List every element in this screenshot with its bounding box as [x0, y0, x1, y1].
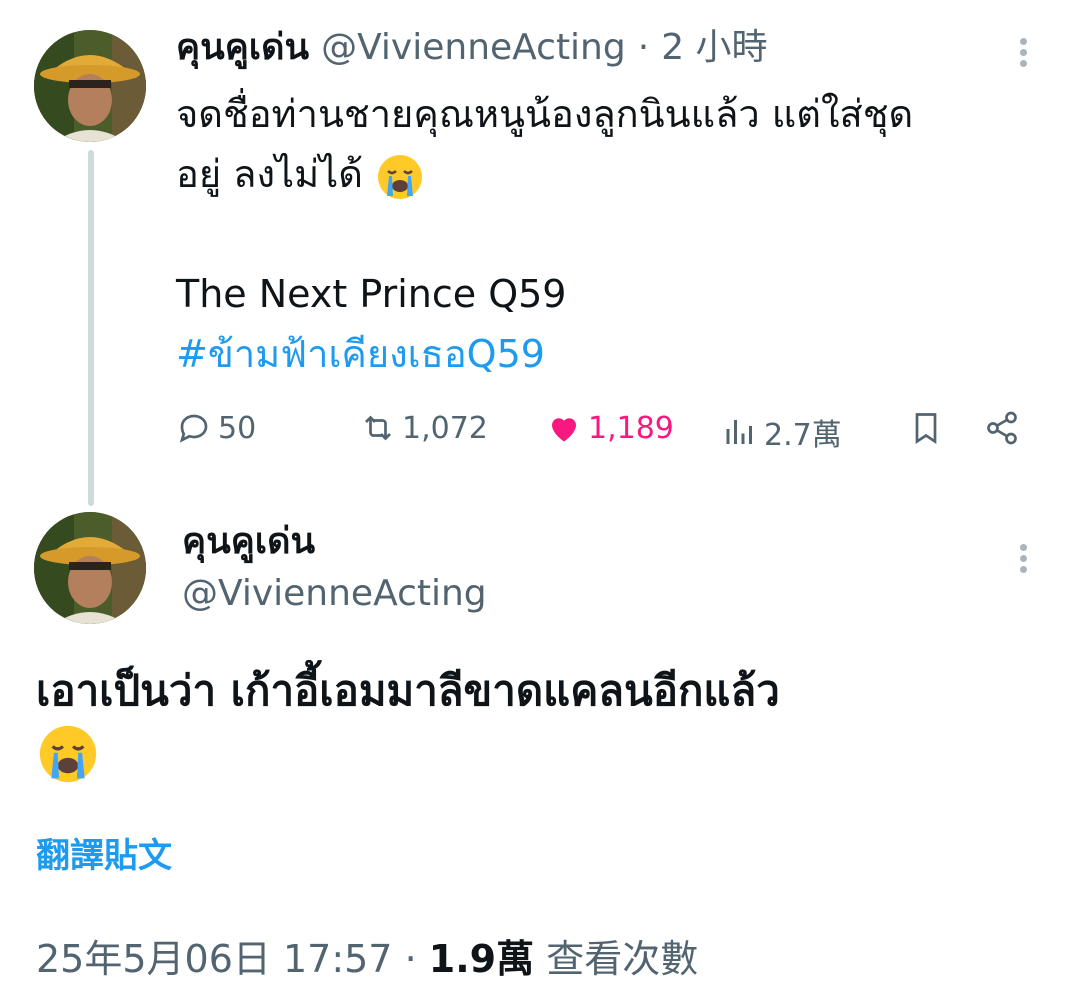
avatar-image — [34, 512, 146, 624]
display-name[interactable]: คุนคูเด่น — [176, 26, 309, 70]
reply-button[interactable]: 50 — [176, 410, 256, 446]
tweet-date[interactable]: 25年5月06日 17:57 — [36, 937, 392, 981]
heart-icon — [552, 418, 576, 442]
tweet-header: คุนคูเด่น @VivienneActing · 2 小時 — [176, 26, 768, 70]
thread-line — [88, 150, 94, 506]
handle[interactable]: @VivienneActing — [182, 572, 487, 616]
like-count: 1,189 — [588, 410, 674, 446]
tweet-body: เอาเป็นว่า เก้าอี้เอมมาลีขาดแคลนอีกแล้ว — [36, 660, 1046, 786]
crying-face-emoji — [39, 725, 97, 783]
bookmark-icon — [915, 413, 937, 445]
tweet-text: อยู่ ลงไม่ได้ — [176, 152, 363, 196]
avatar[interactable] — [34, 512, 146, 624]
retweet-icon — [365, 415, 391, 441]
reply-icon — [179, 414, 208, 443]
bookmark-button[interactable] — [908, 410, 944, 446]
views-count: 2.7萬 — [764, 418, 842, 453]
view-label: 查看次數 — [546, 937, 699, 981]
share-button[interactable] — [984, 410, 1020, 446]
tweet-text-line: The Next Prince Q59 — [176, 272, 567, 316]
reply-count: 50 — [218, 410, 257, 446]
avatar-image — [34, 30, 146, 142]
time-separator: · — [637, 27, 650, 68]
display-name[interactable]: คุนคูเด่น — [182, 520, 315, 564]
timestamp[interactable]: 2 小時 — [661, 26, 767, 70]
translate-link[interactable]: 翻譯貼文 — [36, 828, 172, 877]
tweet-text: เอาเป็นว่า เก้าอี้เอมมาลีขาดแคลนอีกแล้ว — [36, 666, 780, 715]
tweet-meta: 25年5月06日 17:57 · 1.9萬 查看次數 — [36, 928, 698, 983]
retweet-count: 1,072 — [402, 410, 488, 446]
hashtag-link[interactable]: #ข้ามฟ้าเคียงเธอQ59 — [176, 324, 1056, 384]
views-icon — [726, 420, 752, 444]
handle[interactable]: @VivienneActing — [321, 26, 626, 70]
tweet-body: จดชื่อท่านชายคุณหนูน้องลูกนินแล้ว แต่ใส่… — [176, 84, 1056, 384]
views-button[interactable]: 2.7萬 — [722, 410, 842, 454]
like-button[interactable]: 1,189 — [546, 410, 674, 446]
crying-face-emoji — [378, 154, 423, 199]
more-options-icon[interactable] — [1018, 540, 1028, 577]
tweet-text-line: อยู่ ลงไม่ได้ — [176, 144, 1056, 204]
more-options-icon[interactable] — [1018, 34, 1028, 71]
meta-separator: · — [404, 937, 417, 981]
retweet-button[interactable]: 1,072 — [360, 410, 488, 446]
share-icon — [987, 411, 1017, 445]
avatar[interactable] — [34, 30, 146, 142]
view-count: 1.9萬 — [428, 937, 535, 981]
tweet-text-line: จดชื่อท่านชายคุณหนูน้องลูกนินแล้ว แต่ใส่… — [176, 92, 914, 136]
